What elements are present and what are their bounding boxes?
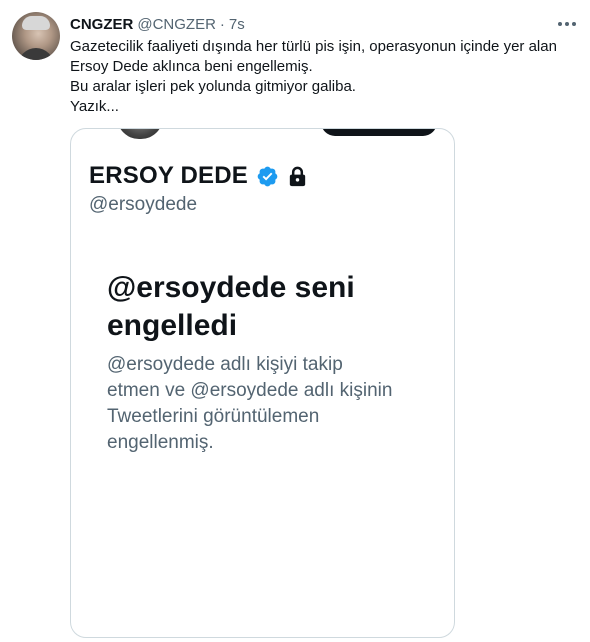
author-handle[interactable]: @CNGZER — [137, 16, 216, 33]
tweet-text-line: Ersoy Dede aklınca beni engellemiş. — [70, 58, 313, 75]
header-separator: · — [219, 15, 225, 33]
blocked-description-line: etmen ve @ersoydede adlı kişinin — [107, 380, 393, 401]
screenshot-profile-name: ERSOY DEDE — [89, 162, 248, 189]
author-avatar[interactable] — [12, 12, 60, 60]
tweet-media-image[interactable]: ERSOY DEDE @ersoydede @ersoydede seni en… — [70, 128, 455, 638]
author-name[interactable]: CNGZER — [70, 16, 133, 33]
tweet-text-line: Gazetecilik faaliyeti dışında her türlü … — [70, 38, 557, 55]
screenshot-profile-name-row: ERSOY DEDE — [89, 162, 308, 190]
tweet-header: CNGZER @CNGZER · 7s — [70, 14, 245, 34]
tweet-text-line: Bu aralar işleri pek yolunda gitmiyor ga… — [70, 78, 356, 95]
blocked-title-line: @ersoydede seni — [107, 271, 355, 304]
tweet[interactable]: CNGZER @CNGZER · 7s Gazetecilik faaliyet… — [0, 0, 590, 642]
lock-icon — [289, 166, 306, 186]
tweet-text-line: Yazık... — [70, 98, 119, 115]
tweet-timestamp[interactable]: 7s — [229, 16, 245, 33]
blocked-description-line: @ersoydede adlı kişiyi takip — [107, 354, 343, 375]
verified-badge-icon — [257, 166, 278, 186]
screenshot-profile-button — [321, 129, 437, 136]
blocked-description-line: Tweetlerini görüntülemen — [107, 406, 320, 427]
more-horizontal-icon[interactable] — [554, 14, 580, 34]
blocked-description: @ersoydede adlı kişiyi takip etmen ve @e… — [107, 352, 447, 456]
tweet-text: Gazetecilik faaliyeti dışında her türlü … — [70, 37, 580, 117]
blocked-description-line: engellenmiş. — [107, 432, 214, 453]
screenshot-profile-avatar — [117, 129, 163, 139]
screenshot-profile-handle: @ersoydede — [89, 194, 198, 215]
blocked-title-line: engelledi — [107, 309, 238, 342]
blocked-title: @ersoydede seni engelledi — [107, 269, 447, 345]
